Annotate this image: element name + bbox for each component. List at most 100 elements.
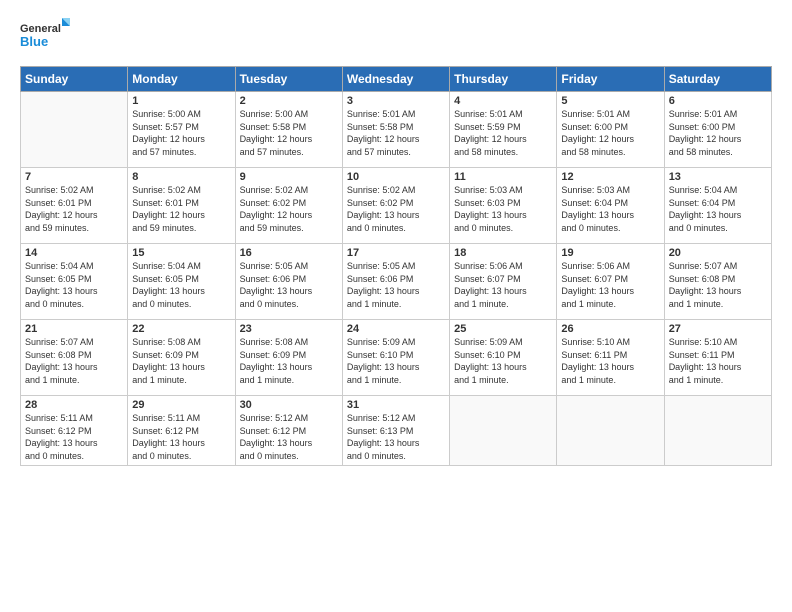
day-number: 12 xyxy=(561,171,659,183)
day-info: Sunrise: 5:02 AM Sunset: 6:02 PM Dayligh… xyxy=(347,184,445,234)
calendar-cell: 29Sunrise: 5:11 AM Sunset: 6:12 PM Dayli… xyxy=(128,396,235,466)
day-number: 18 xyxy=(454,247,552,259)
day-info: Sunrise: 5:09 AM Sunset: 6:10 PM Dayligh… xyxy=(454,336,552,386)
day-info: Sunrise: 5:10 AM Sunset: 6:11 PM Dayligh… xyxy=(561,336,659,386)
day-number: 25 xyxy=(454,323,552,335)
day-number: 3 xyxy=(347,95,445,107)
calendar-cell: 17Sunrise: 5:05 AM Sunset: 6:06 PM Dayli… xyxy=(342,244,449,320)
calendar-cell: 24Sunrise: 5:09 AM Sunset: 6:10 PM Dayli… xyxy=(342,320,449,396)
day-number: 30 xyxy=(240,399,338,411)
day-number: 5 xyxy=(561,95,659,107)
day-info: Sunrise: 5:03 AM Sunset: 6:03 PM Dayligh… xyxy=(454,184,552,234)
day-info: Sunrise: 5:09 AM Sunset: 6:10 PM Dayligh… xyxy=(347,336,445,386)
day-info: Sunrise: 5:01 AM Sunset: 5:58 PM Dayligh… xyxy=(347,108,445,158)
day-number: 2 xyxy=(240,95,338,107)
day-number: 23 xyxy=(240,323,338,335)
calendar-cell: 23Sunrise: 5:08 AM Sunset: 6:09 PM Dayli… xyxy=(235,320,342,396)
calendar-cell: 10Sunrise: 5:02 AM Sunset: 6:02 PM Dayli… xyxy=(342,168,449,244)
page: General Blue SundayMondayTuesdayWednesda… xyxy=(0,0,792,612)
day-info: Sunrise: 5:12 AM Sunset: 6:13 PM Dayligh… xyxy=(347,412,445,462)
day-number: 7 xyxy=(25,171,123,183)
calendar-cell: 5Sunrise: 5:01 AM Sunset: 6:00 PM Daylig… xyxy=(557,92,664,168)
day-number: 11 xyxy=(454,171,552,183)
weekday-header-friday: Friday xyxy=(557,67,664,92)
calendar-cell: 18Sunrise: 5:06 AM Sunset: 6:07 PM Dayli… xyxy=(450,244,557,320)
calendar-cell: 1Sunrise: 5:00 AM Sunset: 5:57 PM Daylig… xyxy=(128,92,235,168)
calendar-cell: 26Sunrise: 5:10 AM Sunset: 6:11 PM Dayli… xyxy=(557,320,664,396)
day-info: Sunrise: 5:08 AM Sunset: 6:09 PM Dayligh… xyxy=(132,336,230,386)
day-info: Sunrise: 5:04 AM Sunset: 6:04 PM Dayligh… xyxy=(669,184,767,234)
day-number: 9 xyxy=(240,171,338,183)
day-info: Sunrise: 5:05 AM Sunset: 6:06 PM Dayligh… xyxy=(347,260,445,310)
calendar-cell: 15Sunrise: 5:04 AM Sunset: 6:05 PM Dayli… xyxy=(128,244,235,320)
day-number: 28 xyxy=(25,399,123,411)
calendar-cell: 6Sunrise: 5:01 AM Sunset: 6:00 PM Daylig… xyxy=(664,92,771,168)
calendar-cell: 2Sunrise: 5:00 AM Sunset: 5:58 PM Daylig… xyxy=(235,92,342,168)
calendar-cell: 3Sunrise: 5:01 AM Sunset: 5:58 PM Daylig… xyxy=(342,92,449,168)
day-info: Sunrise: 5:00 AM Sunset: 5:57 PM Dayligh… xyxy=(132,108,230,158)
calendar-cell xyxy=(450,396,557,466)
day-number: 6 xyxy=(669,95,767,107)
header: General Blue xyxy=(20,16,772,56)
day-number: 29 xyxy=(132,399,230,411)
weekday-header-thursday: Thursday xyxy=(450,67,557,92)
calendar-cell xyxy=(664,396,771,466)
calendar-cell: 14Sunrise: 5:04 AM Sunset: 6:05 PM Dayli… xyxy=(21,244,128,320)
calendar-cell: 22Sunrise: 5:08 AM Sunset: 6:09 PM Dayli… xyxy=(128,320,235,396)
day-info: Sunrise: 5:07 AM Sunset: 6:08 PM Dayligh… xyxy=(25,336,123,386)
week-row-1: 1Sunrise: 5:00 AM Sunset: 5:57 PM Daylig… xyxy=(21,92,772,168)
day-number: 24 xyxy=(347,323,445,335)
day-number: 22 xyxy=(132,323,230,335)
day-info: Sunrise: 5:06 AM Sunset: 6:07 PM Dayligh… xyxy=(561,260,659,310)
weekday-header-monday: Monday xyxy=(128,67,235,92)
day-info: Sunrise: 5:12 AM Sunset: 6:12 PM Dayligh… xyxy=(240,412,338,462)
calendar-cell: 20Sunrise: 5:07 AM Sunset: 6:08 PM Dayli… xyxy=(664,244,771,320)
day-info: Sunrise: 5:11 AM Sunset: 6:12 PM Dayligh… xyxy=(25,412,123,462)
day-number: 10 xyxy=(347,171,445,183)
svg-text:Blue: Blue xyxy=(20,34,48,49)
day-info: Sunrise: 5:10 AM Sunset: 6:11 PM Dayligh… xyxy=(669,336,767,386)
day-number: 31 xyxy=(347,399,445,411)
day-info: Sunrise: 5:01 AM Sunset: 6:00 PM Dayligh… xyxy=(669,108,767,158)
day-info: Sunrise: 5:00 AM Sunset: 5:58 PM Dayligh… xyxy=(240,108,338,158)
day-info: Sunrise: 5:04 AM Sunset: 6:05 PM Dayligh… xyxy=(25,260,123,310)
day-info: Sunrise: 5:07 AM Sunset: 6:08 PM Dayligh… xyxy=(669,260,767,310)
day-number: 19 xyxy=(561,247,659,259)
calendar-table: SundayMondayTuesdayWednesdayThursdayFrid… xyxy=(20,66,772,466)
day-number: 1 xyxy=(132,95,230,107)
day-info: Sunrise: 5:05 AM Sunset: 6:06 PM Dayligh… xyxy=(240,260,338,310)
day-info: Sunrise: 5:03 AM Sunset: 6:04 PM Dayligh… xyxy=(561,184,659,234)
calendar-cell: 28Sunrise: 5:11 AM Sunset: 6:12 PM Dayli… xyxy=(21,396,128,466)
calendar-cell: 4Sunrise: 5:01 AM Sunset: 5:59 PM Daylig… xyxy=(450,92,557,168)
day-number: 4 xyxy=(454,95,552,107)
day-info: Sunrise: 5:02 AM Sunset: 6:02 PM Dayligh… xyxy=(240,184,338,234)
calendar-cell xyxy=(557,396,664,466)
week-row-3: 14Sunrise: 5:04 AM Sunset: 6:05 PM Dayli… xyxy=(21,244,772,320)
week-row-5: 28Sunrise: 5:11 AM Sunset: 6:12 PM Dayli… xyxy=(21,396,772,466)
weekday-header-saturday: Saturday xyxy=(664,67,771,92)
calendar-cell: 9Sunrise: 5:02 AM Sunset: 6:02 PM Daylig… xyxy=(235,168,342,244)
calendar-cell xyxy=(21,92,128,168)
weekday-header-sunday: Sunday xyxy=(21,67,128,92)
day-info: Sunrise: 5:02 AM Sunset: 6:01 PM Dayligh… xyxy=(132,184,230,234)
calendar-cell: 8Sunrise: 5:02 AM Sunset: 6:01 PM Daylig… xyxy=(128,168,235,244)
calendar-cell: 12Sunrise: 5:03 AM Sunset: 6:04 PM Dayli… xyxy=(557,168,664,244)
calendar-cell: 27Sunrise: 5:10 AM Sunset: 6:11 PM Dayli… xyxy=(664,320,771,396)
weekday-header-tuesday: Tuesday xyxy=(235,67,342,92)
week-row-4: 21Sunrise: 5:07 AM Sunset: 6:08 PM Dayli… xyxy=(21,320,772,396)
day-number: 15 xyxy=(132,247,230,259)
day-info: Sunrise: 5:01 AM Sunset: 6:00 PM Dayligh… xyxy=(561,108,659,158)
day-number: 26 xyxy=(561,323,659,335)
week-row-2: 7 Sunrise: 5:02 AM Sunset: 6:01 PM Daylig… xyxy=(21,168,772,244)
weekday-header-row: SundayMondayTuesdayWednesdayThursdayFrid… xyxy=(21,67,772,92)
day-info: Sunrise: 5:06 AM Sunset: 6:07 PM Dayligh… xyxy=(454,260,552,310)
day-number: 20 xyxy=(669,247,767,259)
day-info: Sunrise: 5:11 AM Sunset: 6:12 PM Dayligh… xyxy=(132,412,230,462)
calendar-cell: 16Sunrise: 5:05 AM Sunset: 6:06 PM Dayli… xyxy=(235,244,342,320)
day-info: Sunrise: 5:01 AM Sunset: 5:59 PM Dayligh… xyxy=(454,108,552,158)
day-number: 21 xyxy=(25,323,123,335)
calendar-cell: 11Sunrise: 5:03 AM Sunset: 6:03 PM Dayli… xyxy=(450,168,557,244)
calendar-cell: 21Sunrise: 5:07 AM Sunset: 6:08 PM Dayli… xyxy=(21,320,128,396)
calendar-cell: 7Sunrise: 5:02 AM Sunset: 6:01 PM Daylig… xyxy=(21,168,128,244)
day-number: 16 xyxy=(240,247,338,259)
